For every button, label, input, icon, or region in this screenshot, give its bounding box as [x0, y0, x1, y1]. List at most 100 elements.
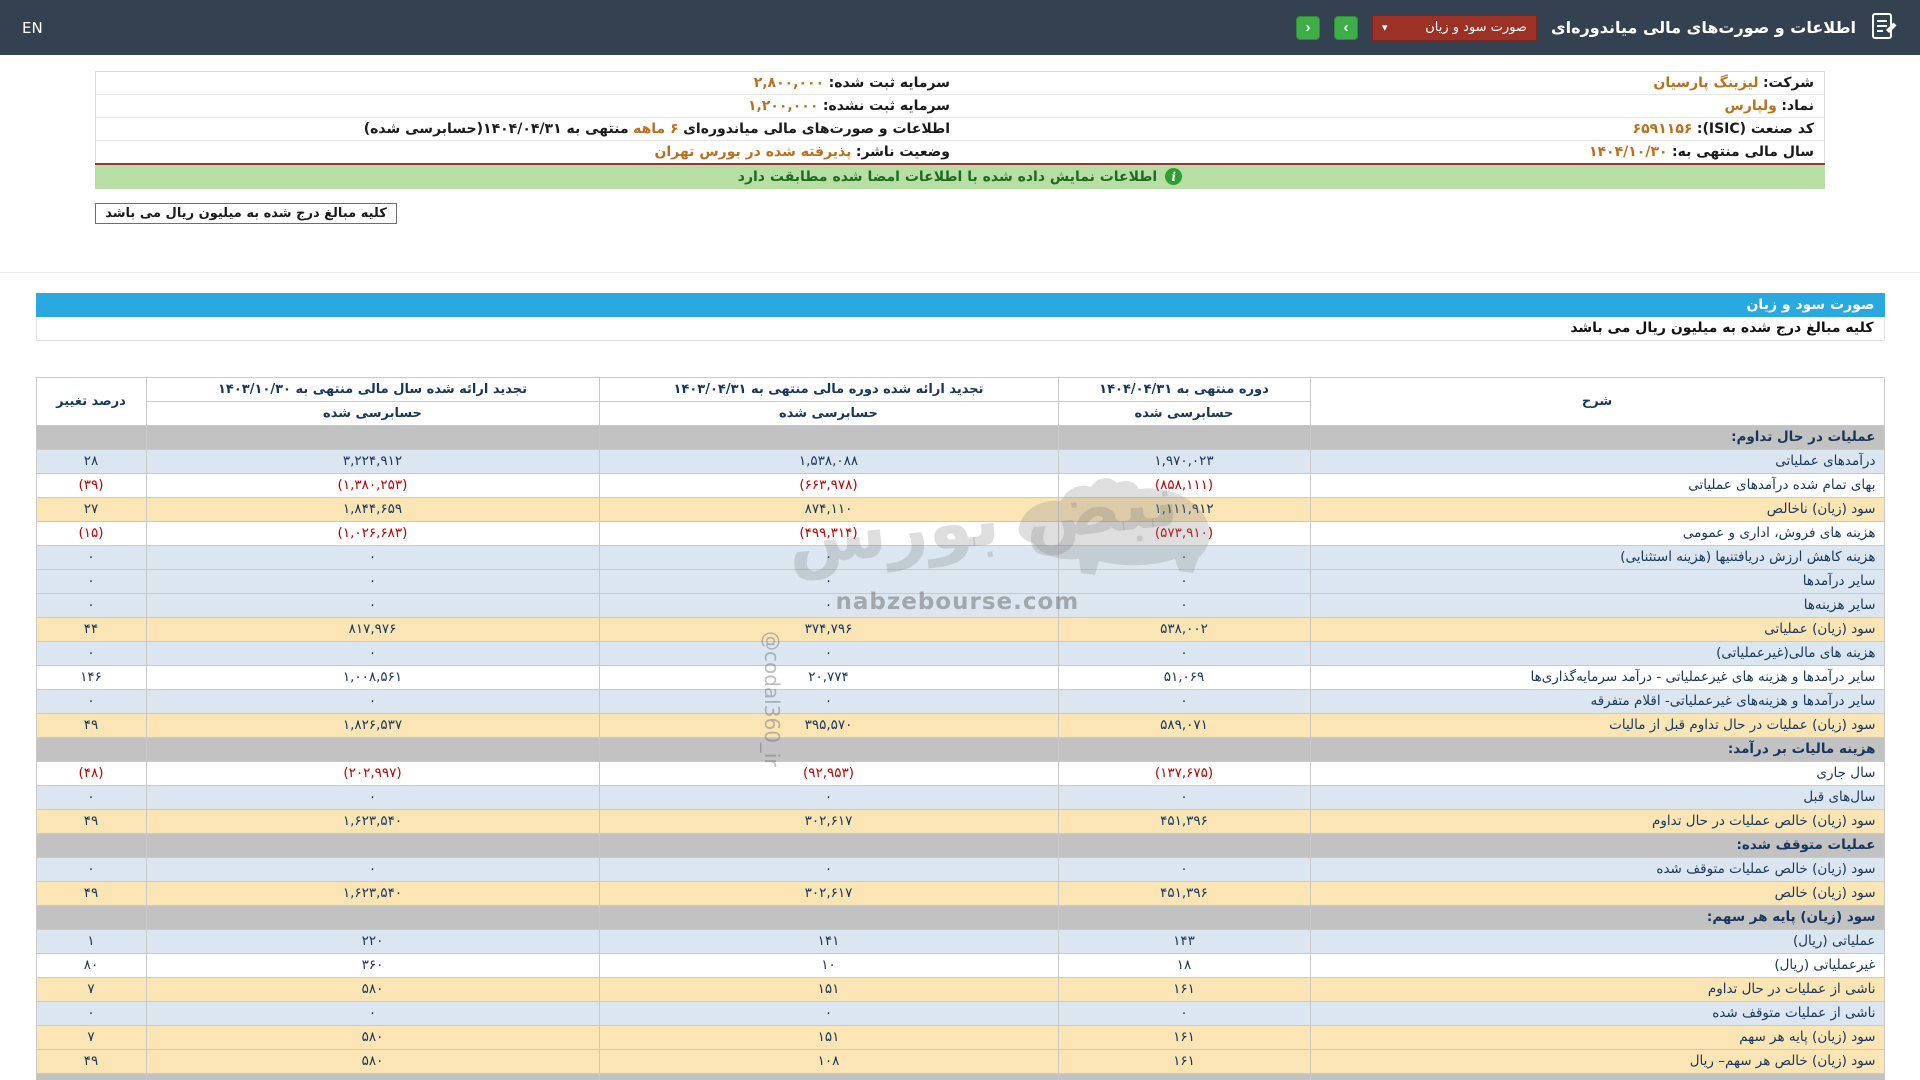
row-label: ناشی از عملیات در حال تداوم [1310, 977, 1884, 1001]
section-divider [0, 272, 1920, 273]
row-label [1310, 1073, 1884, 1080]
row-value [36, 425, 146, 449]
row-value: ۰ [36, 1001, 146, 1025]
statement-dropdown[interactable]: صورت سود و زیان ▾ [1372, 15, 1537, 41]
column-header-percent-change: درصد تغییر [36, 377, 146, 425]
row-value: (۱,۰۲۶,۶۸۳) [146, 521, 599, 545]
row-value: ۴۵۱,۳۹۶ [1058, 881, 1310, 905]
info-label: اطلاعات و صورت‌های مالی میاندوره‌ای [683, 121, 950, 137]
next-sheet-button[interactable]: › [1296, 16, 1320, 40]
row-value: ۱۶۱ [1058, 1025, 1310, 1049]
row-value: (۵۷۳,۹۱۰) [1058, 521, 1310, 545]
statement-section-row: هزینه مالیات بر درآمد: [36, 737, 1884, 761]
row-value: ۱۴۳ [1058, 929, 1310, 953]
row-value [36, 833, 146, 857]
statement-data-row: سود (زیان) خالص۴۵۱,۳۹۶۳۰۲,۶۱۷۱,۶۲۳,۵۴۰۴۹ [36, 881, 1884, 905]
row-label: سال‌های قبل [1310, 785, 1884, 809]
row-value [36, 905, 146, 929]
statement-data-row: ناشی از عملیات متوقف شده۰۰۰۰ [36, 1001, 1884, 1025]
row-value: ۳۷۴,۷۹۶ [599, 617, 1058, 641]
ticker-symbol-value: ولپارس [1725, 98, 1777, 114]
registered-capital-value: ۲,۸۰۰,۰۰۰ [754, 75, 824, 91]
row-value: ۱۵۱ [599, 977, 1058, 1001]
statement-section-row: عملیات در حال تداوم: [36, 425, 1884, 449]
row-label: عملیات در حال تداوم: [1310, 425, 1884, 449]
table-header-row: شرح دوره منتهی به ۱۴۰۴/۰۴/۳۱ تجدید ارائه… [36, 377, 1884, 401]
row-value: ۰ [599, 593, 1058, 617]
row-value: ۰ [146, 785, 599, 809]
statement-data-row: هزینه های فروش، اداری و عمومی(۵۷۳,۹۱۰)(۴… [36, 521, 1884, 545]
statement-data-row: سال جاری(۱۳۷,۶۷۵)(۹۲,۹۵۳)(۲۰۲,۹۹۷)(۴۸) [36, 761, 1884, 785]
info-icon: i [1165, 168, 1182, 185]
row-value: ۱۶۱ [1058, 977, 1310, 1001]
info-cell: سال مالی منتهی به: ۱۴۰۴/۱۰/۳۰ [960, 141, 1825, 164]
row-value: (۱۳۷,۶۷۵) [1058, 761, 1310, 785]
row-value: ۸۰ [36, 953, 146, 977]
row-value: ۳,۲۲۴,۹۱۲ [146, 449, 599, 473]
row-value: ۱۴۱ [599, 929, 1058, 953]
row-value: ۰ [599, 641, 1058, 665]
row-value: ۱,۶۲۳,۵۴۰ [146, 809, 599, 833]
income-statement-table: شرح دوره منتهی به ۱۴۰۴/۰۴/۳۱ تجدید ارائه… [36, 377, 1885, 1080]
row-value [146, 425, 599, 449]
row-value: ۰ [146, 593, 599, 617]
subheader-audited: حسابرسی شده [599, 401, 1058, 425]
row-label: سود (زیان) پایه هر سهم: [1310, 905, 1884, 929]
statement-title-bar: صورت سود و زیان [36, 293, 1885, 317]
row-value: ۰ [1058, 569, 1310, 593]
row-value: ۴۴ [36, 617, 146, 641]
statement-data-row: سود (زیان) خالص هر سهم– ریال۱۶۱۱۰۸۵۸۰۴۹ [36, 1049, 1884, 1073]
row-value: (۸۵۸,۱۱۱) [1058, 473, 1310, 497]
language-toggle[interactable]: EN [22, 19, 43, 37]
row-value [1058, 833, 1310, 857]
info-cell: سرمایه ثبت نشده: ۱,۲۰۰,۰۰۰ [96, 95, 961, 118]
statement-table-body: عملیات در حال تداوم:درآمدهای عملیاتی۱,۹۷… [36, 425, 1884, 1080]
row-value: (۹۲,۹۵۳) [599, 761, 1058, 785]
info-cell: کد صنعت (ISIC): ۶۵۹۱۱۵۶ [960, 118, 1825, 141]
row-value: ۲۰,۷۷۴ [599, 665, 1058, 689]
statement-data-row: درآمدهای عملیاتی۱,۹۷۰,۰۲۳۱,۵۳۸,۰۸۸۳,۲۲۴,… [36, 449, 1884, 473]
row-value: ۷ [36, 977, 146, 1001]
row-value: ۱۶۱ [1058, 1049, 1310, 1073]
info-cell: اطلاعات و صورت‌های مالی میاندوره‌ای ۶ ما… [96, 118, 961, 141]
statement-section-row [36, 1073, 1884, 1080]
fiscal-year-end-value: ۱۴۰۴/۱۰/۳۰ [1589, 144, 1668, 160]
report-icon [1870, 12, 1898, 44]
row-value [1058, 1073, 1310, 1080]
statement-data-row: هزینه های مالی(غیرعملیاتی)۰۰۰۰ [36, 641, 1884, 665]
info-label: سرمایه ثبت شده: [829, 75, 950, 91]
subheader-audited: حسابرسی شده [1058, 401, 1310, 425]
info-suffix: منتهی به ۱۴۰۴/۰۴/۳۱(حسابرسی شده) [364, 121, 629, 137]
row-label: سود (زیان) ناخالص [1310, 497, 1884, 521]
statement-data-row: ناشی از عملیات در حال تداوم۱۶۱۱۵۱۵۸۰۷ [36, 977, 1884, 1001]
row-value: ۰ [146, 545, 599, 569]
row-value: ۵۸۰ [146, 1049, 599, 1073]
row-value: ۲۲۰ [146, 929, 599, 953]
row-value: ۱,۸۲۶,۵۳۷ [146, 713, 599, 737]
row-value: ۵۸۰ [146, 977, 599, 1001]
info-label: کد صنعت (ISIC): [1697, 121, 1814, 137]
statement-data-row: سایر درآمدها و هزینه‌های غیرعملیاتی- اقل… [36, 689, 1884, 713]
statement-data-row: سود (زیان) خالص عملیات در حال تداوم۴۵۱,۳… [36, 809, 1884, 833]
info-cell: سرمایه ثبت شده: ۲,۸۰۰,۰۰۰ [96, 72, 961, 95]
prev-sheet-button[interactable]: ‹ [1334, 16, 1358, 40]
subheader-audited: حسابرسی شده [146, 401, 599, 425]
row-value: ۰ [1058, 1001, 1310, 1025]
row-label: هزینه های مالی(غیرعملیاتی) [1310, 641, 1884, 665]
statement-data-row: سایر درآمدها و هزینه های غیرعملیاتی - در… [36, 665, 1884, 689]
row-label: سود (زیان) خالص عملیات در حال تداوم [1310, 809, 1884, 833]
row-value: ۰ [1058, 593, 1310, 617]
row-label: سایر هزینه‌ها [1310, 593, 1884, 617]
row-value: ۰ [599, 785, 1058, 809]
chevron-right-icon: › [1305, 19, 1310, 36]
statement-data-row: سود (زیان) ناخالص۱,۱۱۱,۹۱۲۸۷۴,۱۱۰۱,۸۴۴,۶… [36, 497, 1884, 521]
row-value [599, 737, 1058, 761]
row-value: ۳۰۲,۶۱۷ [599, 809, 1058, 833]
row-value: ۵۱,۰۶۹ [1058, 665, 1310, 689]
row-value: ۰ [36, 545, 146, 569]
row-value [1058, 905, 1310, 929]
row-value: ۱,۵۳۸,۰۸۸ [599, 449, 1058, 473]
row-value: ۳۹۵,۵۷۰ [599, 713, 1058, 737]
row-value: ۱۰ [599, 953, 1058, 977]
row-value [599, 905, 1058, 929]
